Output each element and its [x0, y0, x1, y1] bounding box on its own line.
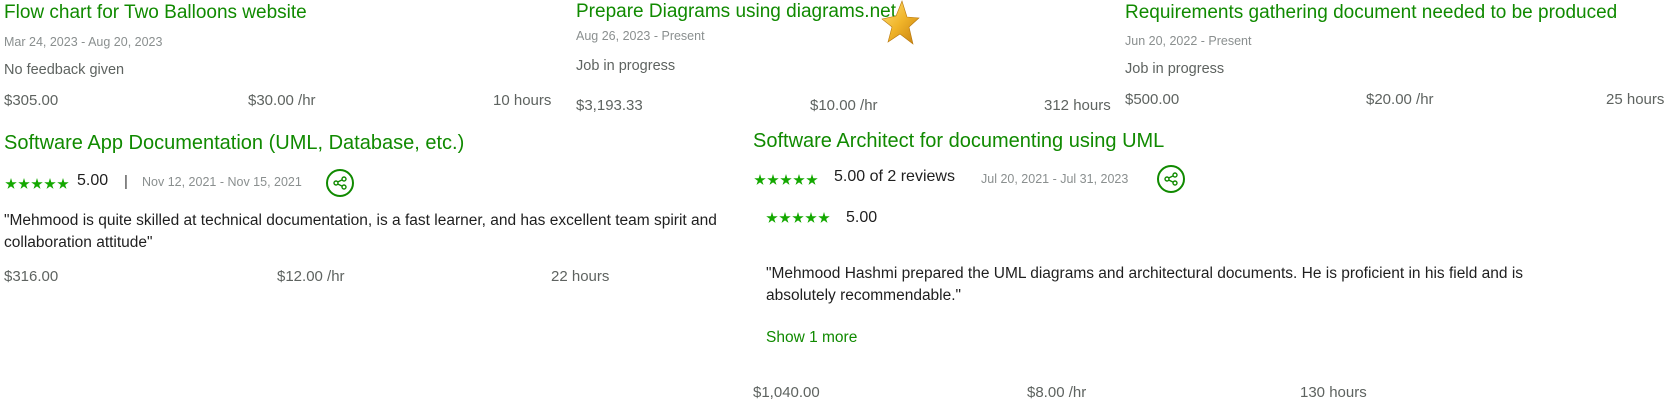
job-dates: Mar 24, 2023 - Aug 20, 2023: [4, 35, 163, 49]
star-icon: [805, 212, 817, 223]
job-hours: 25 hours: [1606, 91, 1665, 108]
review-quote: "Mehmood Hashmi prepared the UML diagram…: [766, 265, 1524, 304]
star-icon: [818, 212, 830, 223]
share-icon: [1164, 172, 1178, 186]
job-hours: 10 hours: [493, 92, 552, 109]
rating-stars: [766, 212, 830, 224]
job-rate: $30.00 /hr: [248, 92, 316, 109]
job-dates: Jul 20, 2021 - Jul 31, 2023: [981, 172, 1129, 186]
star-icon: [792, 212, 804, 223]
share-button[interactable]: [326, 169, 354, 197]
review-quote: "Mehmood is quite skilled at technical d…: [4, 212, 717, 251]
job-rate: $10.00 /hr: [810, 97, 878, 114]
job-title[interactable]: Prepare Diagrams using diagrams.net: [576, 1, 896, 23]
star-icon: [754, 174, 766, 185]
job-dates: Aug 26, 2023 - Present: [576, 29, 705, 43]
job-earned: $305.00: [4, 92, 59, 109]
job-hours: 130 hours: [1300, 384, 1367, 401]
job-status: Job in progress: [1125, 61, 1225, 77]
star-icon: [767, 174, 779, 185]
star-icon: [780, 174, 792, 185]
job-status: No feedback given: [4, 62, 125, 78]
star-icon: [44, 178, 56, 189]
job-rate: $12.00 /hr: [277, 268, 345, 285]
star-icon: [31, 178, 43, 189]
job-earned: $316.00: [4, 268, 59, 285]
job-hours: 312 hours: [1044, 97, 1111, 114]
star-icon: [766, 212, 778, 223]
job-title[interactable]: Software Architect for documenting using…: [753, 129, 1164, 153]
star-icon: [806, 174, 818, 185]
gold-star-icon: [880, 0, 920, 48]
job-hours: 22 hours: [551, 268, 610, 285]
star-icon: [57, 178, 69, 189]
star-icon: [793, 174, 805, 185]
share-icon: [333, 176, 347, 190]
separator: |: [124, 173, 128, 190]
job-title[interactable]: Flow chart for Two Balloons website: [4, 2, 307, 24]
rating-score: 5.00: [77, 172, 109, 189]
rating-score: 5.00: [846, 209, 878, 226]
job-dates: Nov 12, 2021 - Nov 15, 2021: [142, 175, 302, 189]
job-title[interactable]: Requirements gathering document needed t…: [1125, 2, 1617, 24]
job-title[interactable]: Software App Documentation (UML, Databas…: [4, 131, 464, 155]
rating-stars: [754, 174, 818, 186]
rating-score: 5.00 of 2 reviews: [834, 168, 955, 185]
star-icon: [5, 178, 17, 189]
job-dates: Jun 20, 2022 - Present: [1125, 34, 1252, 48]
show-more-link[interactable]: Show 1 more: [766, 329, 857, 347]
star-icon: [18, 178, 30, 189]
job-rate: $20.00 /hr: [1366, 91, 1434, 108]
rating-stars: [5, 178, 69, 190]
job-status: Job in progress: [576, 58, 676, 74]
job-earned: $1,040.00: [753, 384, 820, 401]
job-earned: $3,193.33: [576, 97, 643, 114]
job-rate: $8.00 /hr: [1027, 384, 1087, 401]
star-icon: [779, 212, 791, 223]
job-earned: $500.00: [1125, 91, 1180, 108]
share-button[interactable]: [1157, 165, 1185, 193]
